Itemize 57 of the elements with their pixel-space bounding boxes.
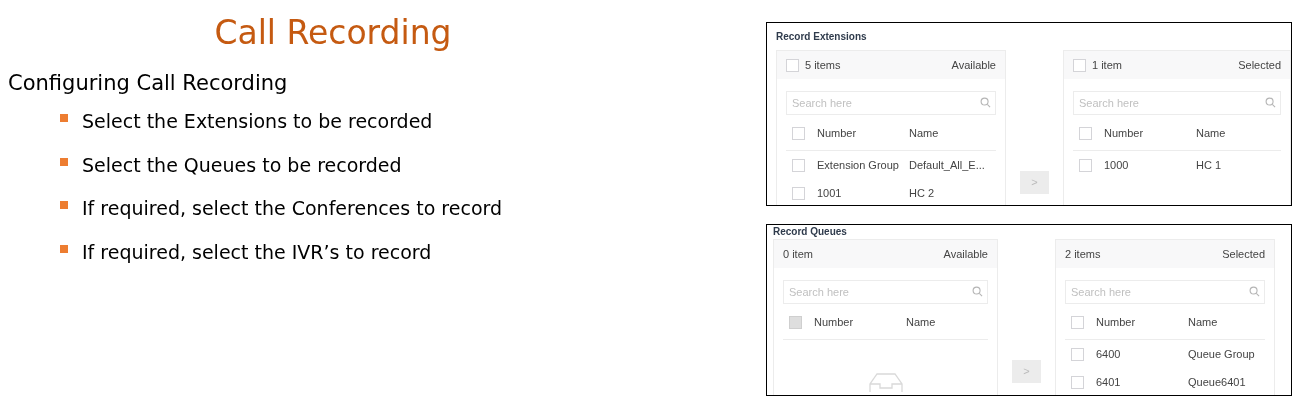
panel-label: Available (943, 246, 988, 262)
search-field[interactable]: Search here (783, 280, 988, 304)
column-header: Name (906, 315, 936, 331)
column-header: Number (817, 126, 858, 142)
bullet-text: If required, select the IVR’s to record (82, 239, 432, 265)
table-cell-text: Default_All_E... (909, 157, 985, 173)
bullet-icon (60, 201, 68, 210)
slide-title: Call Recording (213, 12, 453, 54)
table-cell-text: Extension Group (817, 157, 900, 173)
checkbox[interactable] (792, 158, 805, 172)
item-count: 0 item (783, 246, 813, 262)
table-cell-text: HC 2 (909, 185, 935, 201)
item-count: 5 items (805, 57, 841, 73)
checkbox[interactable] (786, 58, 799, 72)
bullet-icon (60, 114, 68, 123)
column-header: Name (1188, 315, 1218, 331)
bullet-text: If required, select the Conferences to record (82, 196, 503, 221)
bullet-text: Select the Queues to be recorded (82, 152, 402, 178)
item-count: 2 items (1065, 246, 1101, 262)
column-header: Name (909, 126, 939, 142)
panel-label: Available (951, 57, 996, 73)
search-field[interactable]: Search here (1065, 280, 1265, 304)
bullet-icon (60, 244, 68, 253)
table-cell-text: 1000 (1104, 157, 1130, 173)
search-icon (1249, 286, 1260, 297)
table-cell-text: Queue6401 (1188, 374, 1246, 390)
checkbox[interactable] (1071, 316, 1084, 329)
checkbox[interactable] (1071, 347, 1084, 361)
panel-label: Selected (1238, 57, 1281, 73)
empty-inbox-icon (867, 372, 904, 392)
column-header: Name (1196, 126, 1226, 142)
column-header: Number (1104, 126, 1145, 142)
checkbox[interactable] (792, 186, 805, 200)
search-icon (980, 97, 991, 108)
table-cell-text: 6400 (1096, 346, 1122, 362)
section-title: Record Extensions (776, 30, 868, 44)
checkbox[interactable] (1073, 58, 1086, 72)
table-cell-text: Queue Group (1188, 346, 1255, 362)
table-cell-text: 6401 (1096, 374, 1122, 390)
checkbox[interactable] (1071, 375, 1084, 389)
search-icon (1265, 97, 1276, 108)
bullet-icon (60, 157, 68, 166)
table-cell-text: 1001 (817, 185, 843, 201)
bullet-text: Select the Extensions to be recorded (82, 109, 433, 134)
column-header: Number (1096, 315, 1137, 331)
checkbox[interactable] (1079, 158, 1092, 172)
column-header: Number (814, 315, 855, 331)
checkbox[interactable] (1079, 127, 1092, 140)
checkbox[interactable] (792, 127, 805, 140)
item-count: 1 item (1092, 57, 1122, 73)
panel-label: Selected (1222, 246, 1265, 262)
search-icon (972, 286, 983, 297)
search-field[interactable]: Search here (1073, 91, 1281, 115)
table-cell-text: HC 1 (1196, 157, 1222, 173)
search-field[interactable]: Search here (786, 91, 996, 115)
slide-subtitle: Configuring Call Recording (7, 69, 289, 97)
section-title: Record Queues (773, 225, 848, 239)
